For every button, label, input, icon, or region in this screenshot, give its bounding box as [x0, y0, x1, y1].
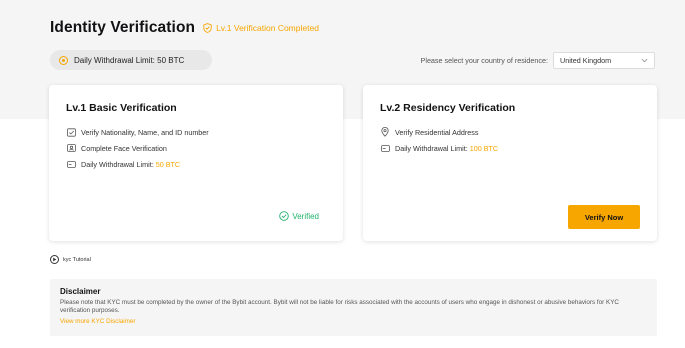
check-circle-icon — [279, 211, 290, 221]
disclaimer-box: Disclaimer Please note that KYC must be … — [50, 279, 657, 336]
kyc-tutorial-label: kyc Tutorial — [63, 256, 91, 263]
lv1-feature-id: Verify Nationality, Name, and ID number — [66, 127, 209, 137]
lv1-verification-card: Lv.1 Basic Verification Verify Nationali… — [49, 85, 343, 241]
country-selected-value: United Kingdom — [560, 56, 612, 65]
lv2-feature-limit: Daily Withdrawal Limit: 100 BTC — [380, 143, 498, 153]
play-icon — [50, 255, 59, 264]
page-title: Identity Verification — [50, 19, 196, 36]
chevron-down-icon — [641, 58, 648, 63]
coin-icon — [59, 55, 68, 65]
country-select[interactable]: United Kingdom — [553, 52, 655, 69]
id-check-icon — [66, 127, 76, 137]
kyc-tutorial-link[interactable]: kyc Tutorial — [50, 255, 91, 264]
shield-check-icon — [203, 23, 212, 33]
country-selector-row: Please select your country of residence:… — [421, 52, 655, 69]
page-header: Identity Verification Lv.1 Verification … — [50, 19, 319, 37]
location-icon — [380, 127, 390, 137]
lv2-feature-address: Verify Residential Address — [380, 127, 479, 137]
card-icon — [380, 143, 390, 153]
lv2-limit-value: 100 BTC — [469, 143, 499, 153]
lv2-feature-address-label: Verify Residential Address — [395, 127, 479, 137]
lv2-limit-label: Daily Withdrawal Limit: — [395, 143, 468, 153]
withdrawal-limit-pill: Daily Withdrawal Limit: 50 BTC — [50, 50, 212, 70]
verification-status: Lv.1 Verification Completed — [203, 23, 319, 33]
verify-now-button[interactable]: Verify Now — [568, 205, 640, 229]
lv1-feature-face-label: Complete Face Verification — [81, 143, 167, 153]
disclaimer-title: Disclaimer — [60, 287, 101, 296]
country-prompt: Please select your country of residence: — [420, 56, 548, 65]
lv1-card-title: Lv.1 Basic Verification — [66, 102, 177, 114]
card-icon — [66, 159, 76, 169]
face-icon — [66, 143, 76, 153]
disclaimer-link[interactable]: View more KYC Disclaimer — [60, 318, 647, 325]
disclaimer-text: Please note that KYC must be completed b… — [60, 299, 619, 314]
lv1-feature-id-label: Verify Nationality, Name, and ID number — [81, 127, 209, 137]
verified-label: Verified — [292, 211, 319, 221]
verification-status-label: Lv.1 Verification Completed — [216, 23, 319, 33]
lv2-card-title: Lv.2 Residency Verification — [380, 102, 516, 114]
lv1-feature-face: Complete Face Verification — [66, 143, 167, 153]
lv1-feature-limit: Daily Withdrawal Limit: 50 BTC — [66, 159, 180, 169]
lv2-verification-card: Lv.2 Residency Verification Verify Resid… — [363, 85, 657, 241]
lv1-limit-value: 50 BTC — [155, 159, 181, 169]
limit-label: Daily Withdrawal Limit: — [74, 55, 155, 65]
limit-value: 50 BTC — [157, 55, 185, 65]
verified-badge: Verified — [279, 211, 319, 221]
lv1-limit-label: Daily Withdrawal Limit: — [81, 159, 154, 169]
